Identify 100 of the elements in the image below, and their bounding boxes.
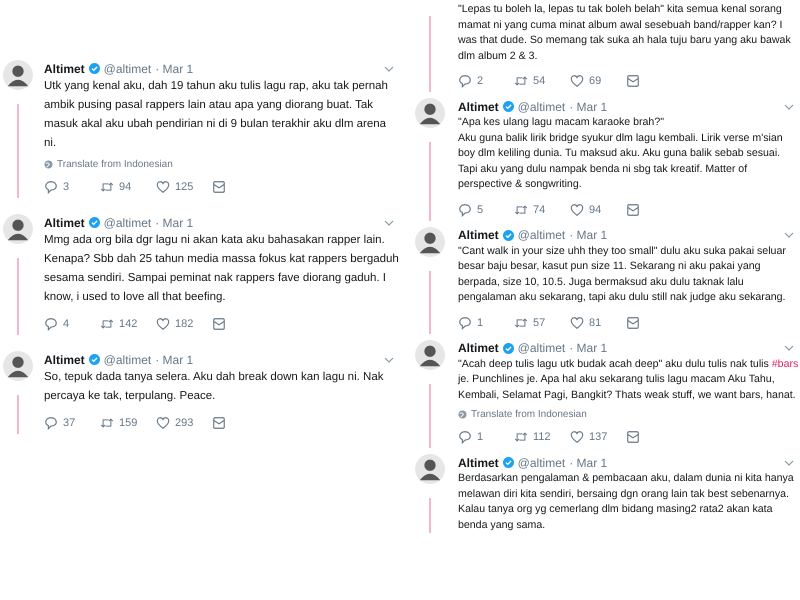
envelope-icon[interactable] bbox=[212, 180, 226, 194]
avatar-icon bbox=[415, 98, 445, 128]
tweet-text: So, tepuk dada tanya selera. Aku dah break down kan lagu ni. Nak percaya ke tak, terpulang. Peace. bbox=[44, 370, 384, 404]
tweet-date[interactable]: · Mar 1 bbox=[155, 216, 194, 230]
author-handle[interactable]: @altimet bbox=[518, 100, 566, 114]
retweet-icon[interactable] bbox=[100, 317, 114, 331]
like-count: 69 bbox=[589, 75, 602, 87]
retweet-count: 54 bbox=[533, 75, 546, 87]
tweet-text: "Acah deep tulis lagu utk budak acah deep" aku dulu tulis nak tulis #bars je. Punchlines je. Apa hal aku sekarang tulis lagu macam Aku Tahu, Kembali, Selamat Pagi, Bangkit? Thats weak stuff, we want bars, hanat. bbox=[458, 356, 800, 402]
author-name[interactable]: Altimet bbox=[458, 228, 499, 242]
author-name[interactable]: Altimet bbox=[458, 456, 499, 470]
author-handle[interactable]: @altimet bbox=[518, 456, 566, 470]
retweet-icon[interactable] bbox=[100, 180, 114, 194]
reply-count: 3 bbox=[63, 181, 70, 193]
avatar-icon bbox=[415, 226, 445, 256]
like-count: 137 bbox=[589, 431, 608, 443]
tweet-text: Berdasarkan pengalaman & pembacaan aku, dalam dunia ni kita hanya melawan diri kita sendiri, bersaing dgn orang lain tak best sebenarnya. Kalau tanya org yg cemerlang dlm bidang masing2 rata2 akan kata benda yang sama. bbox=[458, 471, 795, 532]
like-count: 125 bbox=[175, 181, 194, 193]
translate-link[interactable]: Translate from Indonesian bbox=[57, 159, 173, 170]
author-name[interactable]: Altimet bbox=[458, 100, 499, 114]
chevron-down-icon[interactable] bbox=[384, 66, 394, 72]
globe-icon bbox=[458, 410, 467, 419]
retweet-count: 142 bbox=[119, 318, 138, 330]
like-count: 293 bbox=[175, 417, 194, 429]
reply-count: 1 bbox=[477, 316, 484, 328]
like-count: 182 bbox=[175, 318, 194, 330]
avatar-icon bbox=[415, 454, 445, 484]
retweet-count: 112 bbox=[533, 431, 551, 443]
author-handle[interactable]: @altimet bbox=[104, 352, 152, 366]
reply-icon[interactable] bbox=[44, 416, 58, 430]
tweet-date[interactable]: · Mar 1 bbox=[155, 352, 194, 366]
tweet-text: Utk yang kenal aku, dah 19 tahun aku tulis lagu rap, aku tak pernah ambik pusing pasal rappers lain atau apa yang diorang buat. Tak masuk akal aku ubah pendirian ni di 9 bulan terakhir aku dlm arena ni. bbox=[44, 79, 389, 151]
reply-icon[interactable] bbox=[44, 180, 58, 194]
envelope-icon[interactable] bbox=[626, 316, 640, 330]
tweet-date[interactable]: · Mar 1 bbox=[569, 341, 608, 355]
reply-icon[interactable] bbox=[44, 317, 58, 331]
chevron-down-icon[interactable] bbox=[784, 232, 794, 238]
author-handle[interactable]: @altimet bbox=[518, 341, 566, 355]
retweet-count: 159 bbox=[119, 417, 138, 429]
thread-line bbox=[17, 395, 19, 434]
retweet-icon[interactable] bbox=[514, 202, 528, 216]
retweet-count: 74 bbox=[533, 204, 546, 216]
tweet-text: "Apa kes ulang lagu macam karaoke brah?" bbox=[458, 115, 665, 130]
retweet-count: 57 bbox=[533, 316, 546, 328]
like-count: 94 bbox=[589, 204, 602, 216]
author-handle[interactable]: @altimet bbox=[104, 216, 152, 230]
globe-icon bbox=[44, 160, 53, 169]
tweet-date[interactable]: · Mar 1 bbox=[569, 456, 608, 470]
reply-count: 37 bbox=[63, 417, 76, 429]
thread-line bbox=[429, 270, 431, 334]
envelope-icon[interactable] bbox=[626, 430, 640, 444]
retweet-icon[interactable] bbox=[100, 416, 114, 430]
heart-icon[interactable] bbox=[156, 180, 170, 194]
envelope-icon[interactable] bbox=[626, 202, 640, 216]
chevron-down-icon[interactable] bbox=[384, 356, 394, 362]
heart-icon[interactable] bbox=[156, 317, 170, 331]
avatar-icon bbox=[415, 340, 445, 370]
retweet-icon[interactable] bbox=[514, 316, 528, 330]
author-name[interactable]: Altimet bbox=[44, 216, 85, 230]
author-handle[interactable]: @altimet bbox=[104, 62, 152, 76]
reply-icon[interactable] bbox=[458, 316, 472, 330]
reply-count: 4 bbox=[63, 318, 70, 330]
retweet-icon[interactable] bbox=[514, 430, 528, 444]
retweet-count: 94 bbox=[119, 181, 132, 193]
chevron-down-icon[interactable] bbox=[784, 345, 794, 351]
avatar-icon bbox=[3, 60, 33, 90]
author-name[interactable]: Altimet bbox=[44, 62, 85, 76]
avatar-icon bbox=[3, 214, 33, 244]
heart-icon[interactable] bbox=[570, 316, 584, 330]
author-handle[interactable]: @altimet bbox=[518, 228, 566, 242]
envelope-icon[interactable] bbox=[212, 416, 226, 430]
thread-line bbox=[429, 498, 431, 533]
reply-count: 2 bbox=[477, 75, 484, 87]
tweet-text: Mmg ada org bila dgr lagu ni akan kata aku bahasakan rapper lain. Kenapa? Sbb dah 25 tahun media massa fokus kat rappers bergaduh sesama sendiri. Sampai peminat nak rappers fave diorang gaduh. I know, i used to love all that beefing. bbox=[44, 233, 400, 305]
tweet-date[interactable]: · Mar 1 bbox=[569, 100, 608, 114]
hashtag-link[interactable]: #bars bbox=[772, 358, 798, 370]
tweet-text: "Cant walk in your size uhh they too small" dulu aku suka pakai seluar besar baju besar, kasut pun size 11. Sekarang ni aku pakai yang berpada, size 10, 10.5. Juga bermaksud aku dulu taknak lalu pengalaman aku sekarang, tapi aku dulu still nak judge aku sekarang. bbox=[458, 244, 787, 305]
reply-count: 5 bbox=[477, 204, 484, 216]
heart-icon[interactable] bbox=[570, 202, 584, 216]
tweet-date[interactable]: · Mar 1 bbox=[569, 228, 608, 242]
avatar-icon bbox=[3, 351, 33, 381]
chevron-down-icon[interactable] bbox=[784, 104, 794, 110]
chevron-down-icon[interactable] bbox=[384, 220, 394, 226]
reply-icon[interactable] bbox=[458, 202, 472, 216]
envelope-icon[interactable] bbox=[212, 317, 226, 331]
reply-icon[interactable] bbox=[458, 430, 472, 444]
author-name[interactable]: Altimet bbox=[44, 352, 85, 366]
heart-icon[interactable] bbox=[156, 416, 170, 430]
translate-link[interactable]: Translate from Indonesian bbox=[471, 409, 587, 420]
retweet-icon[interactable] bbox=[514, 74, 528, 88]
chevron-down-icon[interactable] bbox=[784, 460, 794, 466]
heart-icon[interactable] bbox=[570, 430, 584, 444]
author-name[interactable]: Altimet bbox=[458, 341, 499, 355]
reply-icon[interactable] bbox=[458, 74, 472, 88]
tweet-date[interactable]: · Mar 1 bbox=[155, 62, 194, 76]
tweet-text: "Lepas tu boleh la, lepas tu tak boleh belah" kita semua kenal sorang mamat ni yang cuma minat album awal sesebuah band/rapper kan? I was that dude. So memang tak suka ah hala tuju baru yang aku bawak dlm album 2 & 3. bbox=[458, 2, 792, 64]
like-count: 81 bbox=[589, 316, 602, 328]
heart-icon[interactable] bbox=[570, 74, 584, 88]
envelope-icon[interactable] bbox=[626, 74, 640, 88]
reply-count: 1 bbox=[477, 431, 484, 443]
